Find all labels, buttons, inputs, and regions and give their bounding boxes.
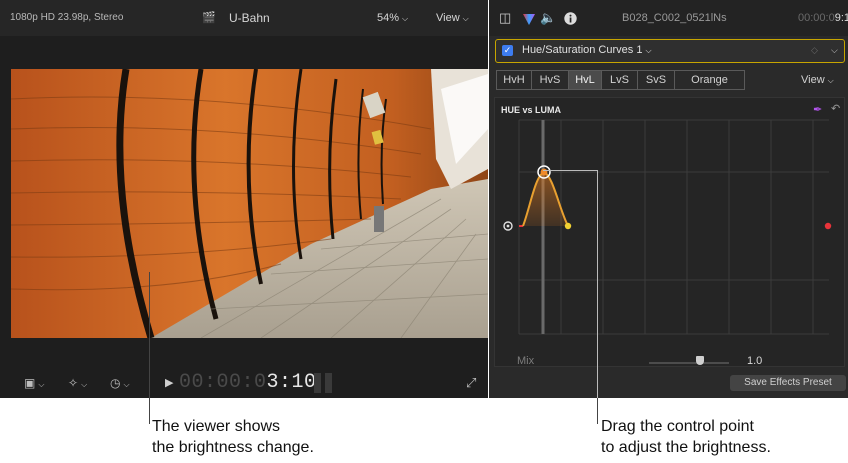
chevron-down-icon: ⌵ [462,14,469,23]
anchor-point [564,222,572,230]
mix-slider-knob[interactable] [696,356,704,365]
chevron-down-icon: ⌵ [402,14,409,23]
chevron-down-icon: ⌵ [827,76,834,85]
curve-tabs: HvH HvS HvL LvS SvS Orange [496,70,745,90]
speaker-icon[interactable]: 🔈 [540,0,556,36]
inspector-clip-name: B028_C002_0521lNs [622,12,727,24]
effect-name-label: Hue/Saturation Curves 1 [522,44,643,56]
play-button[interactable]: ▶ [165,368,173,398]
callout-control-point: Drag the control point to adjust the bri… [601,416,771,458]
curve-graph[interactable] [495,98,846,368]
tab-svs[interactable]: SvS [637,70,675,90]
chevron-down-icon[interactable]: ⌵ [831,40,838,61]
end-point [824,222,832,230]
info-icon[interactable] [564,0,577,36]
callout-point-leader-v [597,170,598,424]
fullscreen-icon[interactable]: ⤢ [466,368,476,398]
mix-slider[interactable] [649,362,729,364]
tab-lvs[interactable]: LvS [601,70,638,90]
tab-hvl[interactable]: HvL [568,70,602,90]
callout-viewer-line2: the brightness change. [152,439,314,456]
timecode-dim: 00:00:0 [179,371,267,394]
effect-name-menu[interactable]: Hue/Saturation Curves 1 ⌵ [522,40,652,61]
viewer-clip-name: U-Bahn [229,11,270,25]
view-menu-label: View [436,12,460,24]
callout-viewer-line1: The viewer shows [152,418,281,435]
transform-tool-icon[interactable]: ✧ ⌵ [68,368,87,398]
mix-value[interactable]: 1.0 [747,355,762,367]
view-options-icon[interactable]: ▣ ⌵ [24,368,44,398]
tab-orange[interactable]: Orange [674,70,745,90]
viewer-view-menu[interactable]: View ⌵ [436,0,469,36]
viewer-header: 1080p HD 23.98p, Stereo 🎬 U-Bahn 54% ⌵ Vi… [0,0,488,36]
curve-view-menu[interactable]: View ⌵ [801,70,834,90]
color-inspector-icon[interactable] [522,0,536,36]
hue-vs-luma-graph: HUE vs LUMA ✒ ↶ [494,97,845,367]
effect-enable-checkbox[interactable]: ✓ [502,45,513,56]
format-info: 1080p HD 23.98p, Stereo [10,12,124,23]
save-effects-preset-button[interactable]: Save Effects Preset [730,375,846,391]
video-frame [11,69,488,338]
timecode-bright: 3:10 [266,371,317,394]
effect-header[interactable]: ✓ Hue/Saturation Curves 1 ⌵ ◇ ⌵ [495,39,845,63]
audio-meters [314,373,336,393]
audio-meter-right [325,373,332,393]
tab-hvs[interactable]: HvS [531,70,569,90]
timecode-bright: 9:14 [834,12,848,24]
film-strip-icon[interactable]: ◫ [499,0,511,36]
viewer-timecode[interactable]: 00:00:03:10 [179,368,317,398]
clapperboard-icon: 🎬 [202,12,216,24]
timecode-dim: 00:00:0 [798,12,835,24]
zoom-menu[interactable]: 54% ⌵ [377,0,408,36]
callout-point-line1: Drag the control point [601,418,754,435]
eyedropper-icon[interactable]: ✒ [813,103,822,116]
inspector-timecode: 00:00:09:14 [798,0,848,36]
viewer-panel: 1080p HD 23.98p, Stereo 🎬 U-Bahn 54% ⌵ Vi… [0,0,488,398]
viewer-toolbar: ▣ ⌵ ✧ ⌵ ◷ ⌵ ▶ 00:00:03:10 ⤢ [0,368,488,398]
callout-point-leader-v-lower [597,398,598,424]
reset-icon[interactable]: ↶ [831,102,840,115]
audio-meter-left [314,373,321,393]
callout-viewer: The viewer shows the brightness change. [152,416,314,458]
graph-title: HUE vs LUMA [501,105,562,115]
callout-viewer-leader [149,272,150,424]
inspector-header: ◫ 🔈 B028_C002_0521lNs 00:00:09:14 [489,0,848,36]
view-menu-label: View [801,74,825,86]
zoom-level-label: 54% [377,12,400,24]
keyframe-diamond-icon[interactable]: ◇ [811,40,818,61]
chevron-down-icon: ⌵ [645,46,652,55]
tunnel-image [11,69,488,338]
callout-point-leader-h [543,170,598,171]
tab-hvh[interactable]: HvH [496,70,532,90]
speed-gauge-icon[interactable]: ◷ ⌵ [110,368,130,398]
mix-label: Mix [517,355,535,367]
callout-point-line2: to adjust the brightness. [601,439,771,456]
inspector-panel: ◫ 🔈 B028_C002_0521lNs 00:00:09:14 ✓ Hue/… [489,0,848,398]
mix-row: Mix 1.0 [489,352,848,372]
